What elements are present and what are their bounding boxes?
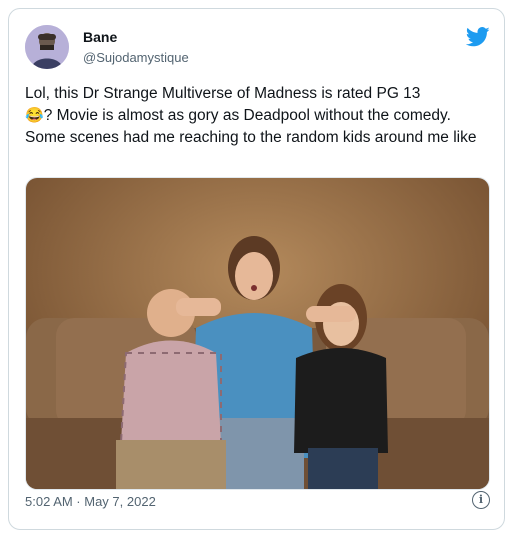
photo-image [26, 178, 489, 489]
avatar-image [25, 25, 69, 69]
tweet-timestamp[interactable]: 5:02 AM · May 7, 2022 [25, 494, 156, 509]
display-name[interactable]: Bane [83, 29, 117, 45]
user-handle[interactable]: @Sujodamystique [83, 50, 189, 65]
tweet-card[interactable]: Bane @Sujodamystique Lol, this Dr Strang… [8, 8, 505, 530]
laughing-emoji-icon: 😂 [25, 107, 44, 124]
tweet-photo[interactable] [25, 177, 490, 490]
user-avatar[interactable] [25, 25, 69, 69]
tweet-text: Lol, this Dr Strange Multiverse of Madne… [25, 83, 495, 149]
tweet-text-part2: ? Movie is almost as gory as Deadpool wi… [25, 107, 477, 146]
info-icon[interactable]: i [472, 491, 490, 509]
twitter-bird-icon[interactable] [465, 27, 490, 47]
tweet-text-part1: Lol, this Dr Strange Multiverse of Madne… [25, 85, 421, 102]
